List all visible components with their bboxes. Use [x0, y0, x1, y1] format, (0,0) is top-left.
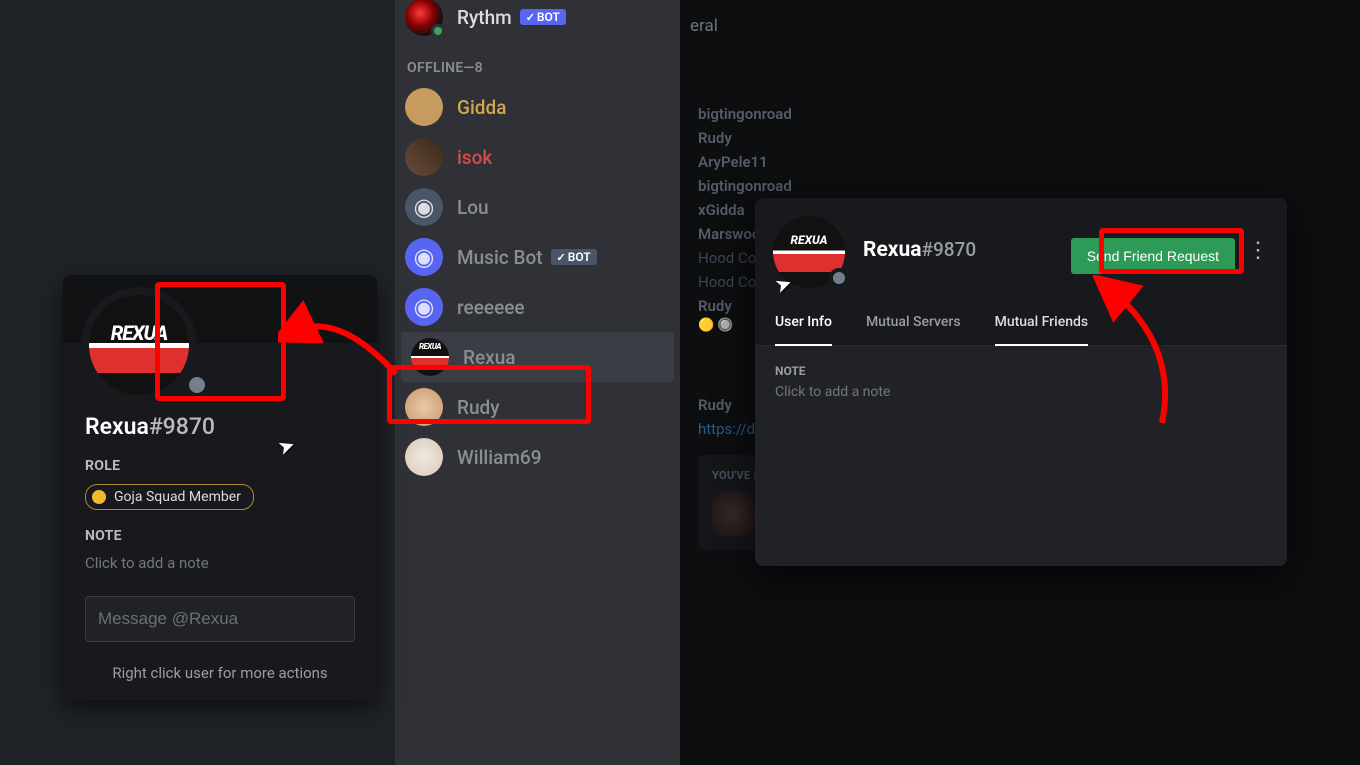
- member-name: isok: [457, 146, 492, 169]
- avatar: [405, 188, 443, 226]
- popout-role-section: ROLE Goja Squad Member: [63, 440, 377, 510]
- role-color-dot: [92, 490, 106, 504]
- modal-note-placeholder[interactable]: Click to add a note: [775, 384, 1267, 400]
- modal-discrim: #9870: [921, 238, 976, 261]
- popout-note-section: NOTE Click to add a note: [63, 510, 377, 572]
- member-row-gidda[interactable]: Gidda: [395, 82, 680, 132]
- popout-avatar[interactable]: [81, 287, 197, 403]
- chat-message: Rudy: [680, 126, 1360, 150]
- member-row-music-bot[interactable]: Music Bot BOT: [395, 232, 680, 282]
- member-row-rexua[interactable]: Rexua: [401, 332, 674, 382]
- invite-server-icon: [712, 492, 756, 536]
- chat-message: AryPele11: [680, 150, 1360, 174]
- member-name: reeeeee: [457, 296, 525, 319]
- role-title: ROLE: [85, 458, 355, 474]
- status-offline-icon: [829, 268, 849, 288]
- modal-avatar-wrap: [773, 216, 845, 288]
- avatar: [405, 288, 443, 326]
- member-name: Rexua: [463, 346, 516, 369]
- popout-avatar-wrap: [63, 287, 203, 403]
- status-offline-icon: [183, 371, 211, 399]
- member-row-rythm[interactable]: Rythm BOT: [395, 0, 680, 42]
- modal-note-label: NOTE: [775, 364, 1267, 378]
- role-name: Goja Squad Member: [114, 489, 241, 505]
- channel-header: eral: [680, 0, 1360, 52]
- avatar-rythm: [405, 0, 443, 36]
- tab-mutual-servers[interactable]: Mutual Servers: [866, 314, 961, 346]
- chat-message: bigtingonroad: [680, 174, 1360, 198]
- popout-discrim: #9870: [149, 413, 215, 440]
- modal-username: Rexua#9870: [845, 216, 1071, 262]
- user-popout: Rexua#9870 ROLE Goja Squad Member NOTE C…: [63, 275, 377, 700]
- avatar: [405, 388, 443, 426]
- avatar: [405, 138, 443, 176]
- date-divider: [680, 52, 1360, 102]
- member-name: Music Bot: [457, 246, 543, 269]
- avatar: [405, 238, 443, 276]
- member-name: Gidda: [457, 96, 506, 119]
- message-input[interactable]: [85, 596, 355, 642]
- popout-hint: Right click user for more actions: [63, 650, 377, 682]
- modal-name: Rexua: [863, 238, 921, 262]
- member-row-william69[interactable]: William69: [395, 432, 680, 482]
- member-list: Rythm BOT OFFLINE—8 Gidda isok Lou Music Bo…: [395, 0, 680, 765]
- note-title: NOTE: [85, 528, 355, 544]
- status-online-icon: [431, 24, 445, 38]
- role-pill[interactable]: Goja Squad Member: [85, 484, 254, 510]
- bot-badge: BOT: [520, 9, 566, 25]
- note-placeholder[interactable]: Click to add a note: [85, 554, 355, 572]
- modal-tabs: User Info Mutual Servers Mutual Friends: [755, 288, 1287, 346]
- popout-message-wrap: [63, 572, 377, 650]
- member-row-isok[interactable]: isok: [395, 132, 680, 182]
- bot-badge: BOT: [551, 249, 597, 265]
- avatar: [411, 338, 449, 376]
- member-name: William69: [457, 446, 542, 469]
- member-row-lou[interactable]: Lou: [395, 182, 680, 232]
- send-friend-request-button[interactable]: Send Friend Request: [1071, 238, 1235, 274]
- avatar: [405, 88, 443, 126]
- popout-name: Rexua: [85, 413, 149, 440]
- member-name: Rythm: [457, 6, 512, 29]
- member-name: Lou: [457, 196, 489, 219]
- member-row-reeeeee[interactable]: reeeeee: [395, 282, 680, 332]
- profile-modal: Rexua#9870 Send Friend Request ⋮ User In…: [755, 198, 1287, 566]
- chat-message: bigtingonroad: [680, 102, 1360, 126]
- member-row-rudy[interactable]: Rudy: [395, 382, 680, 432]
- more-options-button[interactable]: ⋮: [1235, 216, 1269, 263]
- tab-user-info[interactable]: User Info: [775, 314, 832, 346]
- avatar: [405, 438, 443, 476]
- member-name: Rudy: [457, 396, 500, 419]
- offline-section-header: OFFLINE—8: [395, 42, 680, 82]
- popout-username: Rexua#9870: [63, 403, 377, 440]
- tab-mutual-friends[interactable]: Mutual Friends: [995, 314, 1089, 346]
